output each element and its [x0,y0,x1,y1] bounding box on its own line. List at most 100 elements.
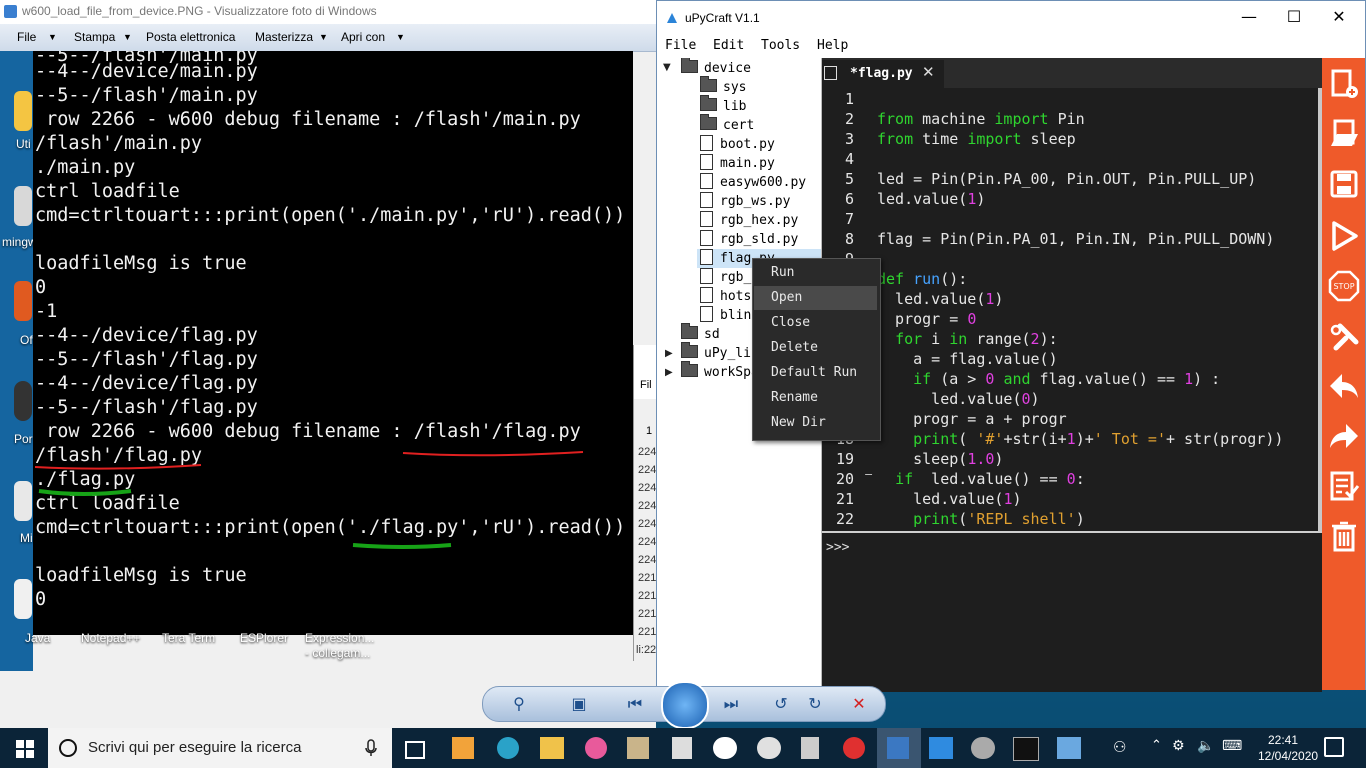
code-line[interactable]: led.value(1) [877,489,1021,509]
viewer-menu-print[interactable]: Stampa [74,30,115,44]
code-line[interactable]: flag = Pin(Pin.PA_01, Pin.IN, Pin.PULL_D… [877,229,1274,249]
menu-help[interactable]: Help [817,38,848,53]
background-window[interactable]: Fil 1 224 224 224 224 224 224 224 221 22… [633,345,658,661]
phone-icon[interactable] [672,737,692,759]
tree-file[interactable]: hots [700,287,751,306]
microphone-icon[interactable] [364,739,378,757]
taskbar-search-box[interactable]: Scrivi qui per eseguire la ricerca [48,728,392,768]
next-icon[interactable]: ⏭ [721,694,741,714]
close-tab-icon[interactable]: ✕ [922,63,935,81]
code-line[interactable]: led.value(1) [877,289,1003,309]
rotate-right-icon[interactable]: ↻ [805,694,825,714]
fold-marker-icon[interactable]: − [864,468,873,481]
desktop-icon[interactable] [14,91,32,131]
tree-file[interactable]: rgb_ [700,268,751,287]
zoom-icon[interactable]: ⚲ [509,694,529,714]
tree-file[interactable]: rgb_ws.py [700,192,790,211]
connect-icon[interactable] [1328,322,1360,354]
globe-icon[interactable] [971,737,995,759]
tree-folder-upy-lib[interactable]: uPy_lib [681,342,759,363]
tree-file[interactable]: rgb_sld.py [700,230,798,249]
open-file-icon[interactable] [1328,118,1360,150]
calculator-icon[interactable] [801,737,819,759]
windows-start-icon[interactable] [16,740,34,758]
task-view-icon[interactable] [405,741,425,759]
desktop-icon[interactable] [14,579,32,619]
context-menu-run[interactable]: Run [754,261,877,285]
code-line[interactable]: led.value(0) [877,389,1039,409]
code-line[interactable]: led.value(1) [877,189,985,209]
desktop-icon[interactable] [14,481,32,521]
tree-file[interactable]: main.py [700,154,775,173]
minimize-button[interactable]: — [1226,7,1272,31]
repl-shell[interactable]: >>> [822,531,1322,692]
tree-file[interactable]: blin [700,306,751,325]
desktop-icon[interactable] [14,281,32,321]
code-line[interactable]: sleep(1.0) [877,449,1003,469]
redo-icon[interactable] [1328,420,1360,452]
expand-arrow-icon[interactable]: ▶ [665,348,673,359]
new-file-icon[interactable] [1328,68,1360,100]
code-line[interactable]: if led.value() == 0: [877,469,1085,489]
taskbar-clock[interactable]: 22:41 12/04/2020 [1258,732,1318,764]
code-editor[interactable]: 12345678910111213141516171819202122 from… [822,88,1318,531]
undo-icon[interactable] [1328,370,1360,402]
terminal-icon[interactable] [1013,737,1039,761]
rotate-left-icon[interactable]: ↺ [771,694,791,714]
code-line[interactable]: print( '#'+str(i+1)+' Tot ='+ str(progr)… [877,429,1283,449]
notes-icon[interactable] [627,737,649,759]
mail-icon[interactable] [929,737,953,759]
code-line[interactable]: led = Pin(Pin.PA_00, Pin.OUT, Pin.PULL_U… [877,169,1256,189]
context-menu-delete[interactable]: Delete [754,336,877,360]
python-icon[interactable] [887,737,909,759]
paint-icon[interactable] [757,737,781,759]
delete-icon[interactable]: ✕ [849,694,869,714]
syntax-check-icon[interactable] [1328,470,1360,502]
close-button[interactable]: ✕ [1316,7,1362,31]
save-icon[interactable] [1328,168,1360,200]
volume-icon[interactable]: 🔈 [1197,738,1214,754]
tree-folder-cert[interactable]: cert [700,114,754,135]
photos-icon[interactable] [1057,737,1081,759]
code-line[interactable]: print('REPL shell') [877,509,1085,529]
code-line[interactable]: a = flag.value() [877,349,1058,369]
desktop-icon[interactable] [14,381,32,421]
viewer-menu-open-with[interactable]: Apri con [341,30,385,44]
menu-file[interactable]: File [665,38,696,53]
collapse-arrow-icon[interactable]: ▼ [663,62,671,73]
app-icon[interactable] [585,737,607,759]
recorder-icon[interactable] [843,737,865,759]
stop-icon[interactable]: STOP [1328,270,1360,302]
code-line[interactable]: progr = a + progr [877,409,1067,429]
context-menu-open[interactable]: Open [754,286,877,310]
context-menu-rename[interactable]: Rename [754,386,877,410]
menu-tools[interactable]: Tools [761,38,800,53]
slideshow-button[interactable] [661,681,709,729]
context-menu-close[interactable]: Close [754,311,877,335]
tree-folder-workspace[interactable]: workSpa [681,361,759,382]
maximize-button[interactable]: ☐ [1271,7,1317,31]
previous-icon[interactable]: ⏮ [625,694,645,714]
file-explorer-icon[interactable] [540,737,564,759]
store-icon[interactable] [452,737,474,759]
context-menu-default-run[interactable]: Default Run [754,361,877,385]
menu-edit[interactable]: Edit [713,38,744,53]
code-line[interactable]: if (a > 0 and flag.value() == 1) : [877,369,1220,389]
tree-file[interactable]: easyw600.py [700,173,806,192]
desktop-icon[interactable] [14,186,32,226]
viewer-menu-file[interactable]: File [17,30,36,44]
fit-window-icon[interactable]: ▣ [569,694,589,714]
people-icon[interactable]: ⚇ [1113,738,1126,756]
run-icon[interactable] [1328,220,1360,252]
tree-folder-device[interactable]: device [681,58,751,78]
code-line[interactable]: progr = 0 [877,309,976,329]
code-line[interactable]: from time import sleep [877,129,1076,149]
clear-icon[interactable] [1328,520,1360,552]
viewer-menu-email[interactable]: Posta elettronica [146,30,235,44]
context-menu-new-dir[interactable]: New Dir [754,411,877,435]
tree-file[interactable]: boot.py [700,135,775,154]
tree-file[interactable]: rgb_hex.py [700,211,798,230]
network-icon[interactable]: ⚙ [1172,738,1185,754]
notification-icon[interactable] [1324,737,1344,757]
github-icon[interactable] [713,737,737,759]
